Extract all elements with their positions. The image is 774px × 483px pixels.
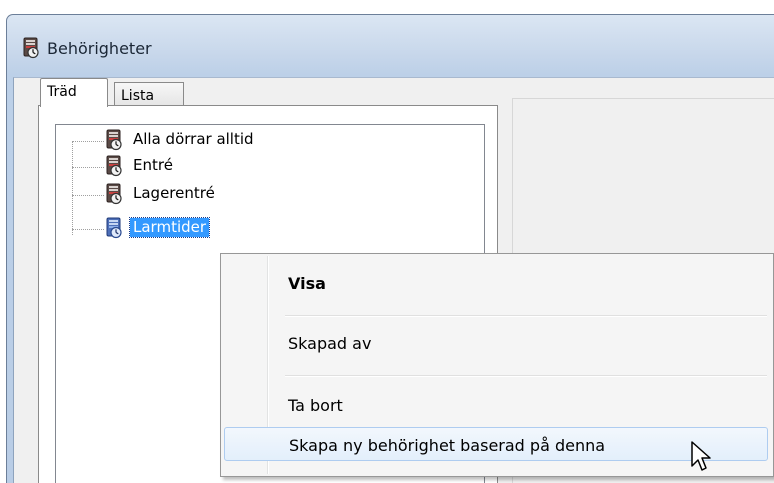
tree-connector [72, 141, 104, 142]
menu-separator [285, 375, 767, 377]
tree-item-selected[interactable]: Larmtider [104, 217, 304, 239]
tree-item-label: Larmtider [128, 217, 211, 238]
tree-connector [72, 167, 104, 168]
tree-connector [72, 195, 104, 196]
tree-connector [72, 229, 104, 230]
access-permission-icon [21, 37, 41, 59]
menu-item-skapad-av[interactable]: Skapad av [224, 326, 768, 360]
tab-label: Träd [47, 84, 77, 100]
tree-connector [72, 141, 73, 235]
access-permission-icon [104, 183, 124, 205]
access-permission-icon [104, 129, 124, 151]
tree-item-label: Entré [133, 156, 173, 174]
tab-label: Lista [121, 88, 155, 104]
menu-item-label: Visa [288, 274, 326, 293]
title-bar[interactable]: Behörigheter [7, 15, 774, 77]
access-permission-icon [104, 155, 124, 177]
menu-item-label: Skapad av [288, 334, 372, 353]
menu-item-label: Skapa ny behörighet baserad på denna [289, 436, 606, 455]
tree-item-label: Alla dörrar alltid [133, 130, 254, 148]
menu-item-ta-bort[interactable]: Ta bort [224, 388, 768, 422]
tree-item[interactable]: Alla dörrar alltid [104, 129, 304, 151]
window-title: Behörigheter [47, 39, 152, 58]
access-permission-icon [104, 217, 124, 239]
tree-item[interactable]: Lagerentré [104, 183, 304, 205]
menu-item-skapa-ny-behorighet[interactable]: Skapa ny behörighet baserad på denna [224, 427, 768, 461]
tab-lista[interactable]: Lista [114, 82, 184, 107]
tree-item[interactable]: Entré [104, 155, 304, 177]
mouse-pointer-icon [691, 441, 711, 471]
tab-trad[interactable]: Träd [40, 78, 108, 107]
menu-item-visa[interactable]: Visa [224, 266, 768, 300]
menu-separator [285, 315, 767, 317]
tree-item-label: Lagerentré [133, 184, 215, 202]
menu-item-label: Ta bort [288, 396, 343, 415]
